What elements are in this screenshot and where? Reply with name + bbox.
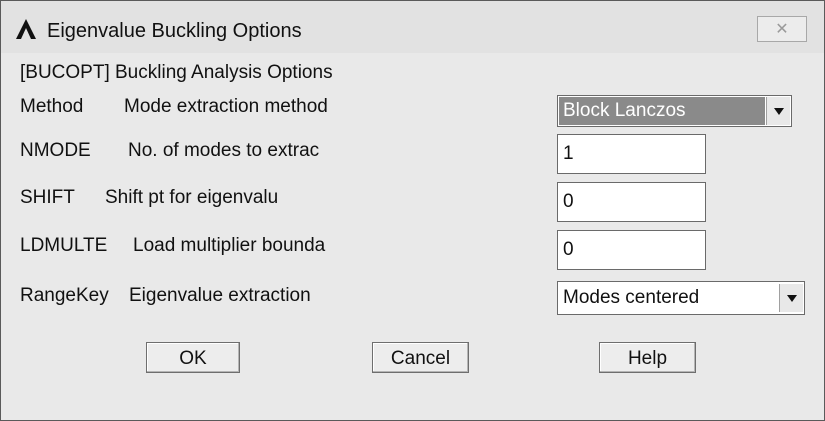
chevron-down-icon[interactable]: [766, 97, 790, 125]
ldmulte-input[interactable]: [557, 230, 706, 270]
dialog-window: Eigenvalue Buckling Options ✕ [BUCOPT] B…: [0, 0, 825, 421]
shift-desc-label: Shift pt for eigenvalu: [105, 187, 279, 208]
rangekey-select[interactable]: Modes centered: [557, 281, 805, 315]
method-select[interactable]: Block Lanczos: [557, 95, 792, 127]
title-bar[interactable]: Eigenvalue Buckling Options ✕: [1, 1, 824, 53]
rangekey-select-value: Modes centered: [563, 287, 700, 308]
ldmulte-key-label: LDMULTE: [20, 235, 108, 256]
rangekey-desc-label: Eigenvalue extraction: [129, 285, 311, 306]
ansys-logo-icon: [16, 19, 36, 39]
ok-button[interactable]: OK: [146, 342, 240, 373]
method-desc-label: Mode extraction method: [124, 96, 328, 117]
ldmulte-desc-label: Load multiplier bounda: [133, 235, 326, 256]
rangekey-key-label: RangeKey: [20, 285, 109, 306]
close-icon: ✕: [775, 21, 789, 38]
window-title: Eigenvalue Buckling Options: [47, 20, 302, 42]
method-select-value: Block Lanczos: [559, 97, 765, 125]
shift-key-label: SHIFT: [20, 187, 75, 208]
cancel-button[interactable]: Cancel: [372, 342, 469, 373]
method-key-label: Method: [20, 96, 84, 117]
shift-input[interactable]: [557, 182, 706, 222]
section-heading: [BUCOPT] Buckling Analysis Options: [20, 62, 333, 83]
close-button[interactable]: ✕: [757, 16, 807, 42]
help-button[interactable]: Help: [599, 342, 696, 373]
nmode-input[interactable]: [557, 134, 706, 174]
nmode-key-label: NMODE: [20, 140, 91, 161]
nmode-desc-label: No. of modes to extrac: [128, 140, 320, 161]
chevron-down-icon[interactable]: [779, 284, 803, 312]
